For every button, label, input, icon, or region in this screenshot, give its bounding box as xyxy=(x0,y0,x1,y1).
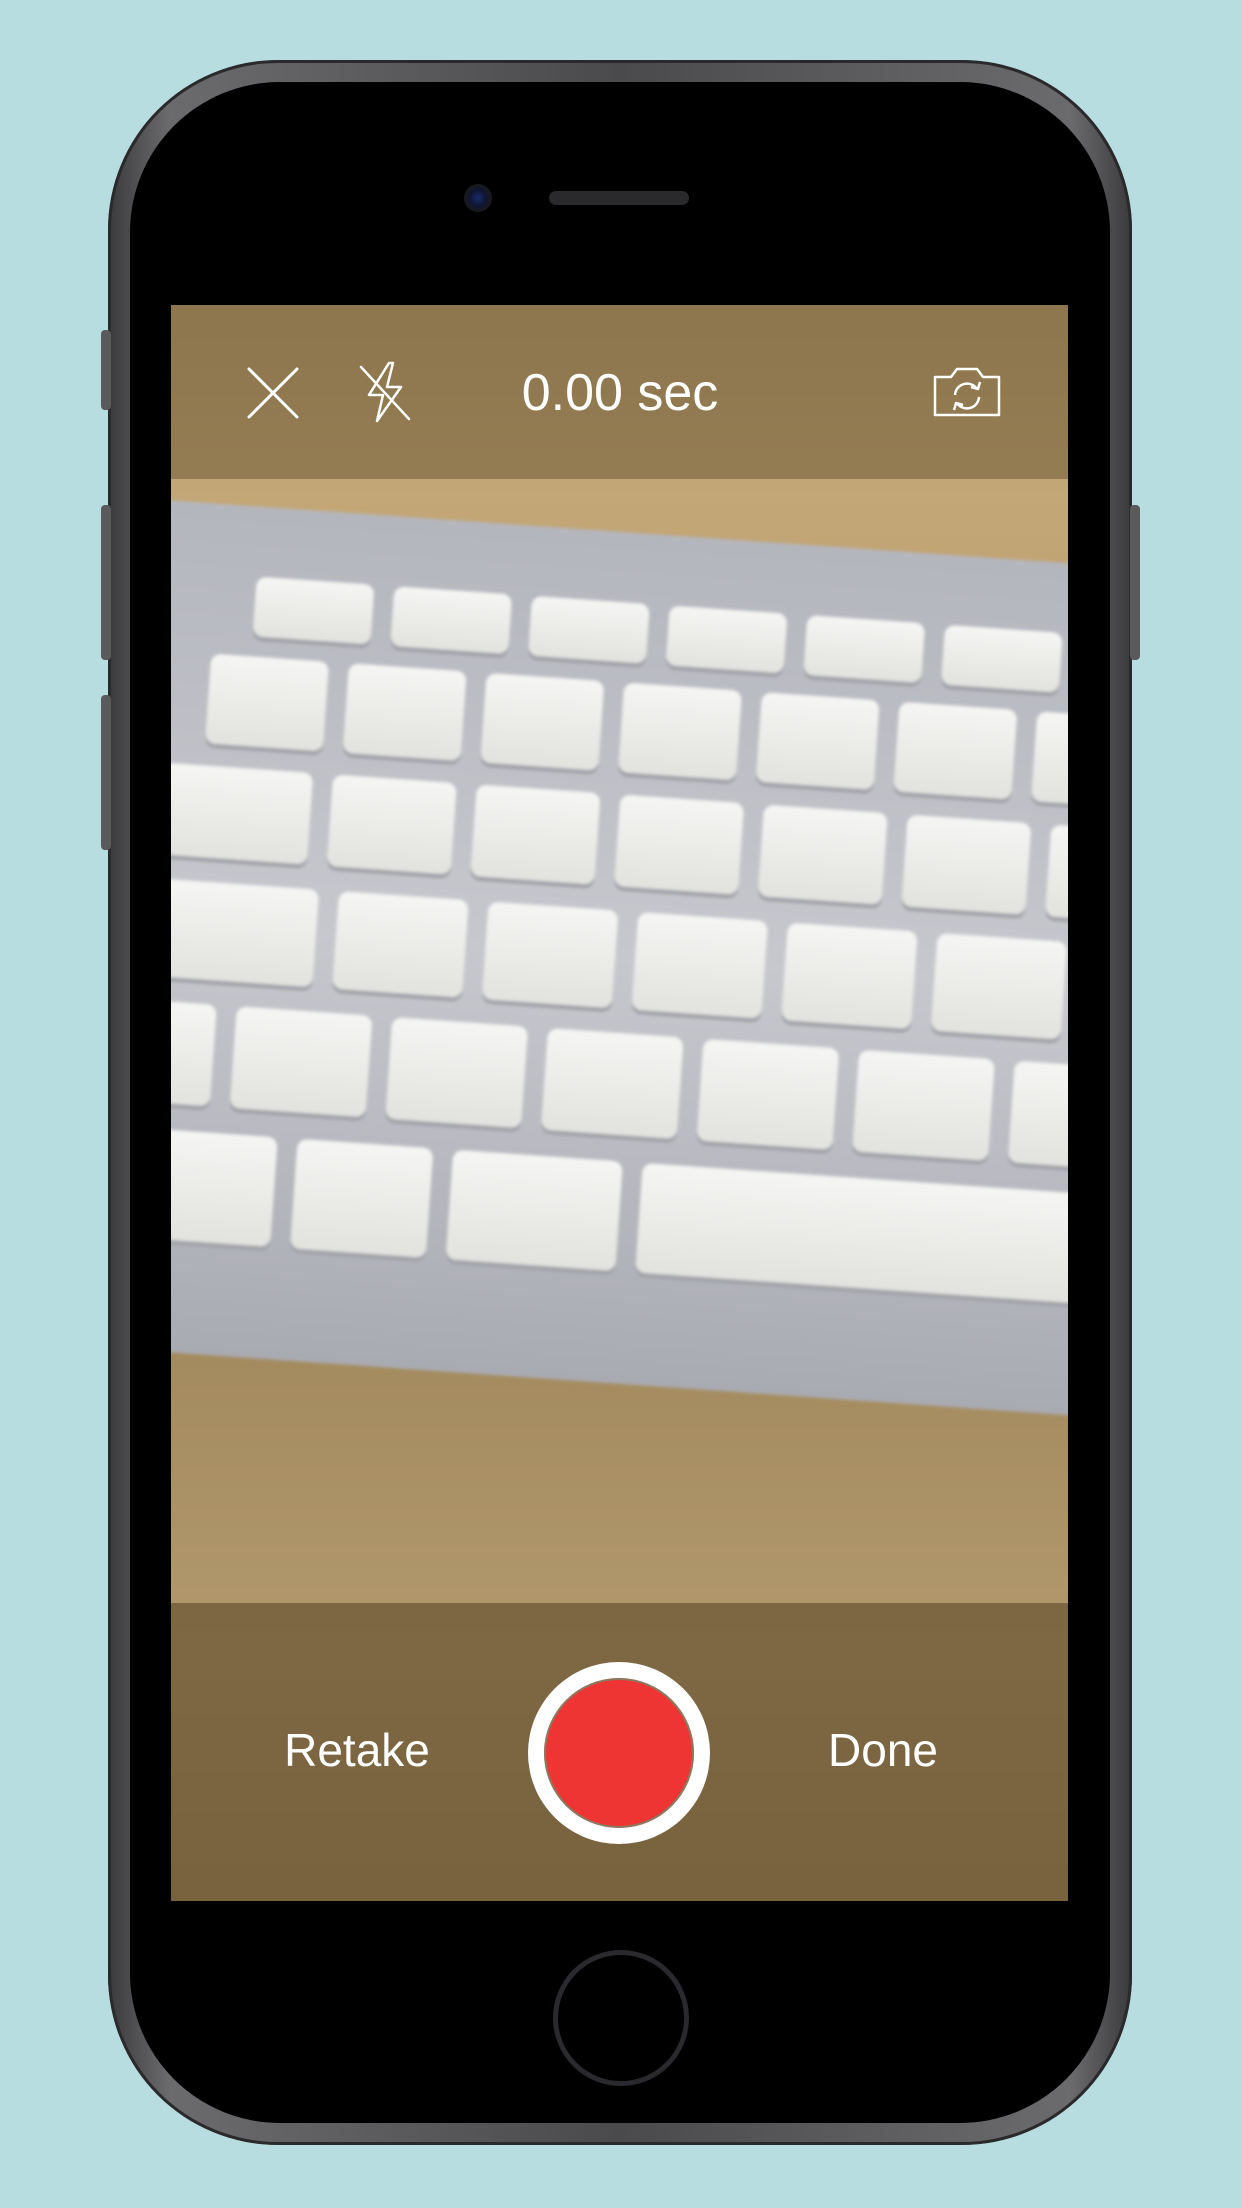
keyboard-key xyxy=(470,784,601,885)
keyboard-key xyxy=(901,814,1032,915)
record-button-core xyxy=(544,1678,694,1828)
keyboard-key xyxy=(803,615,926,684)
earpiece-speaker xyxy=(549,191,689,205)
front-camera xyxy=(464,184,492,212)
keyboard-key xyxy=(930,932,1068,1040)
keyboard-key xyxy=(893,701,1018,800)
switch-camera-button[interactable] xyxy=(931,365,1003,419)
flash-toggle-button[interactable] xyxy=(355,359,415,425)
camera-screen: 0.00 sec Retake Done xyxy=(171,305,1068,1901)
done-button[interactable]: Done xyxy=(797,1718,969,1782)
keyboard-key xyxy=(852,1049,995,1161)
keyboard-key xyxy=(332,891,469,998)
keyboard-key xyxy=(1045,824,1068,926)
keyboard-key xyxy=(480,672,605,771)
viewfinder-keyboard-image xyxy=(171,496,1068,1424)
keyboard-key xyxy=(171,998,217,1107)
volume-up-button xyxy=(101,505,111,660)
keyboard-key xyxy=(289,1138,434,1259)
keyboard-key xyxy=(755,692,880,791)
keyboard-key xyxy=(385,1017,529,1129)
keyboard-key xyxy=(171,878,320,988)
keyboard-key xyxy=(481,901,619,1009)
keyboard-key xyxy=(229,1006,373,1118)
keyboard-key xyxy=(757,804,888,905)
keyboard-key xyxy=(540,1027,684,1140)
keyboard-key xyxy=(445,1149,623,1272)
keyboard-key xyxy=(205,653,330,752)
keyboard-key xyxy=(1007,1060,1068,1172)
retake-button[interactable]: Retake xyxy=(271,1718,443,1782)
keyboard-key xyxy=(614,794,745,895)
keyboard-key xyxy=(527,595,650,664)
keyboard-key xyxy=(635,1162,1068,1308)
close-button[interactable] xyxy=(243,363,303,423)
keyboard-key xyxy=(665,605,788,674)
keyboard-key xyxy=(696,1038,840,1151)
keyboard-key xyxy=(940,624,1063,693)
camera-bottom-bar: Retake Done xyxy=(171,1603,1068,1901)
recording-timer: 0.00 sec xyxy=(521,364,719,422)
keyboard-key xyxy=(171,762,314,865)
close-icon xyxy=(247,367,299,419)
switch-camera-icon xyxy=(933,367,1001,417)
keyboard-key xyxy=(781,922,918,1030)
camera-top-bar: 0.00 sec xyxy=(171,305,1068,479)
keyboard-key xyxy=(631,911,769,1019)
keyboard-key xyxy=(252,576,375,645)
keyboard-key xyxy=(1031,711,1068,810)
keyboard-key xyxy=(342,663,467,762)
keyboard-key xyxy=(326,774,457,875)
mute-switch xyxy=(101,330,111,410)
keyboard-key xyxy=(618,682,743,781)
keyboard-key xyxy=(171,1126,278,1248)
record-button[interactable] xyxy=(528,1662,710,1844)
power-button xyxy=(1130,505,1140,660)
flash-off-icon xyxy=(359,361,411,423)
keyboard-key xyxy=(390,586,513,655)
home-button[interactable] xyxy=(553,1950,689,2086)
volume-down-button xyxy=(101,695,111,850)
